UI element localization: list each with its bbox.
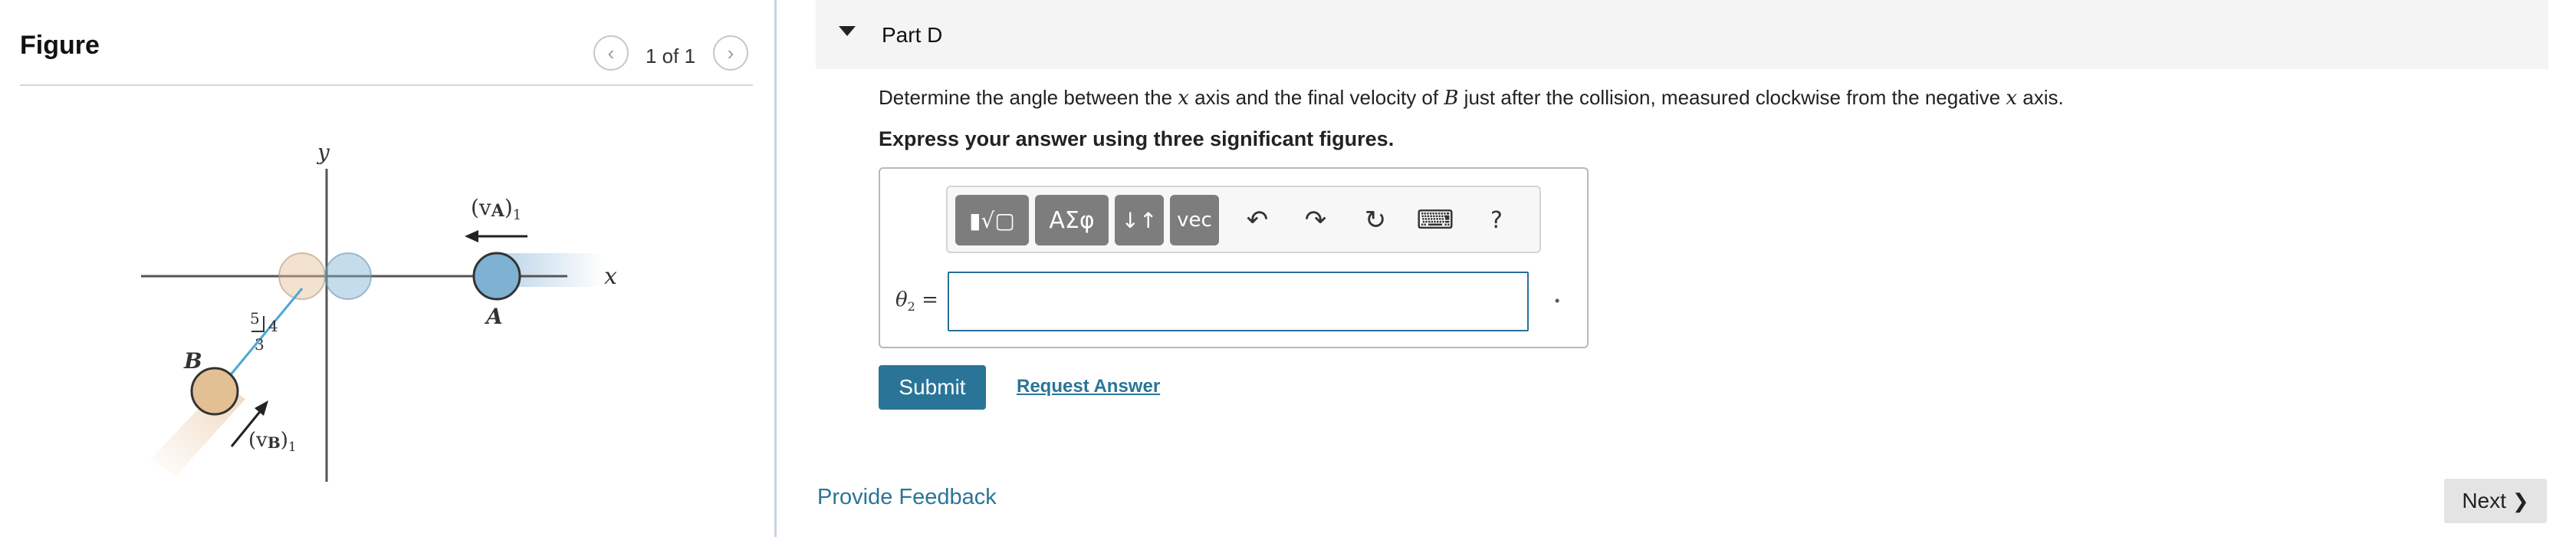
- ball-a-label: A: [484, 304, 503, 329]
- collapse-caret-icon[interactable]: [839, 26, 856, 36]
- figure-counter: 1 of 1: [646, 44, 696, 68]
- request-answer-link[interactable]: Request Answer: [1017, 376, 1160, 397]
- chevron-right-icon: ›: [727, 41, 734, 64]
- previous-figure-button[interactable]: ‹: [593, 35, 629, 71]
- chevron-left-icon: ‹: [607, 41, 615, 64]
- slope-label-4: 4: [268, 317, 278, 335]
- part-d-header[interactable]: Part D: [816, 0, 2548, 69]
- question-text: Determine the angle between the x axis a…: [879, 86, 2064, 110]
- vector-button[interactable]: vec: [1170, 195, 1219, 245]
- ball-b-label: B: [183, 348, 202, 374]
- velocity-b-arrowhead: [255, 400, 268, 416]
- figure-title: Figure: [20, 31, 100, 60]
- keyboard-icon[interactable]: ⌨: [1414, 195, 1457, 245]
- collision-diagram: y x 5 4 3 A (vA)1 B (vB)1: [141, 140, 617, 482]
- figure-divider: [20, 84, 753, 86]
- ball-b: [190, 367, 239, 416]
- x-axis-label: x: [604, 263, 617, 290]
- answer-box: ▮√▢ ΑΣφ ↓↑ vec ↶ ↷ ↻ ⌨ ? θ2 = •: [879, 167, 1589, 348]
- provide-feedback-link[interactable]: Provide Feedback: [817, 485, 997, 510]
- velocity-b-label: (vB)1: [248, 429, 297, 455]
- answer-variable-label: θ2 =: [895, 288, 938, 315]
- ball-b-collision-ghost: [278, 252, 326, 300]
- greek-symbols-button[interactable]: ΑΣφ: [1035, 195, 1109, 245]
- slope-label-5: 5: [250, 309, 260, 328]
- undo-icon[interactable]: ↶: [1236, 195, 1279, 245]
- answer-instruction: Express your answer using three signific…: [879, 127, 1395, 150]
- ball-a: [472, 252, 521, 301]
- panel-divider[interactable]: [774, 0, 777, 537]
- redo-icon[interactable]: ↷: [1294, 195, 1337, 245]
- next-figure-button[interactable]: ›: [713, 35, 748, 71]
- part-title: Part D: [882, 23, 943, 47]
- chevron-right-icon: ❯: [2512, 489, 2529, 512]
- ball-a-collision-ghost: [324, 252, 372, 300]
- velocity-a-label: (vA)1: [471, 195, 521, 223]
- next-button-label: Next: [2462, 489, 2506, 512]
- submit-button[interactable]: Submit: [879, 365, 986, 410]
- help-button[interactable]: ?: [1475, 195, 1518, 245]
- reset-icon[interactable]: ↻: [1354, 195, 1397, 245]
- units-marker: •: [1555, 293, 1560, 308]
- velocity-a-arrowhead: [465, 230, 478, 242]
- math-toolbar: ▮√▢ ΑΣφ ↓↑ vec ↶ ↷ ↻ ⌨ ?: [946, 186, 1541, 253]
- subscript-superscript-button[interactable]: ↓↑: [1115, 195, 1164, 245]
- y-axis-label: y: [316, 140, 330, 165]
- next-button[interactable]: Next ❯: [2444, 479, 2547, 523]
- templates-button[interactable]: ▮√▢: [955, 195, 1029, 245]
- answer-input[interactable]: [948, 272, 1529, 331]
- slope-label-3: 3: [255, 335, 264, 354]
- figure-panel: Figure ‹ 1 of 1 › y x 5 4 3 A (vA)1 B (v…: [0, 0, 774, 537]
